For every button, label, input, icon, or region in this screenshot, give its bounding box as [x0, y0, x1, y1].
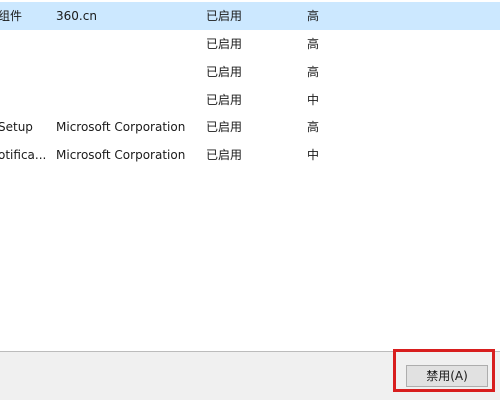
publisher	[56, 58, 196, 86]
table-row[interactable]: otifica... Microsoft Corporation 已启用 中	[0, 141, 500, 169]
status: 已启用	[206, 148, 243, 162]
table-row[interactable]: 组件 360.cn 已启用 高	[0, 2, 500, 30]
status: 已启用	[206, 93, 243, 107]
status: 已启用	[206, 37, 243, 51]
publisher: 360.cn	[56, 9, 97, 23]
publisher	[56, 30, 196, 58]
app-name	[0, 58, 46, 86]
app-name: Setup	[0, 120, 33, 134]
status: 已启用	[206, 9, 243, 23]
table-row[interactable]: 已启用 中	[0, 86, 500, 114]
table-row[interactable]: 已启用 高	[0, 58, 500, 86]
table-row[interactable]: Setup Microsoft Corporation 已启用 高	[0, 113, 500, 141]
table-row[interactable]: 已启用 高	[0, 30, 500, 58]
app-name: otifica...	[0, 148, 46, 162]
startup-list: 组件 360.cn 已启用 高 已启用 高 已启用 高 已启用 中 Setup …	[0, 0, 500, 352]
startup-impact: 高	[307, 9, 320, 23]
app-name	[0, 30, 46, 58]
task-manager-startup-window: 组件 360.cn 已启用 高 已启用 高 已启用 高 已启用 中 Setup …	[0, 0, 500, 400]
startup-impact: 中	[307, 93, 320, 107]
startup-impact: 高	[307, 37, 320, 51]
startup-impact: 高	[307, 65, 320, 79]
app-name: 组件	[0, 9, 23, 23]
status: 已启用	[206, 65, 243, 79]
publisher: Microsoft Corporation	[56, 148, 186, 162]
startup-impact: 高	[307, 120, 320, 134]
publisher: Microsoft Corporation	[56, 120, 186, 134]
publisher	[56, 86, 196, 114]
startup-impact: 中	[307, 148, 320, 162]
app-name	[0, 86, 46, 114]
disable-button[interactable]: 禁用(A)	[406, 365, 488, 387]
status: 已启用	[206, 120, 243, 134]
